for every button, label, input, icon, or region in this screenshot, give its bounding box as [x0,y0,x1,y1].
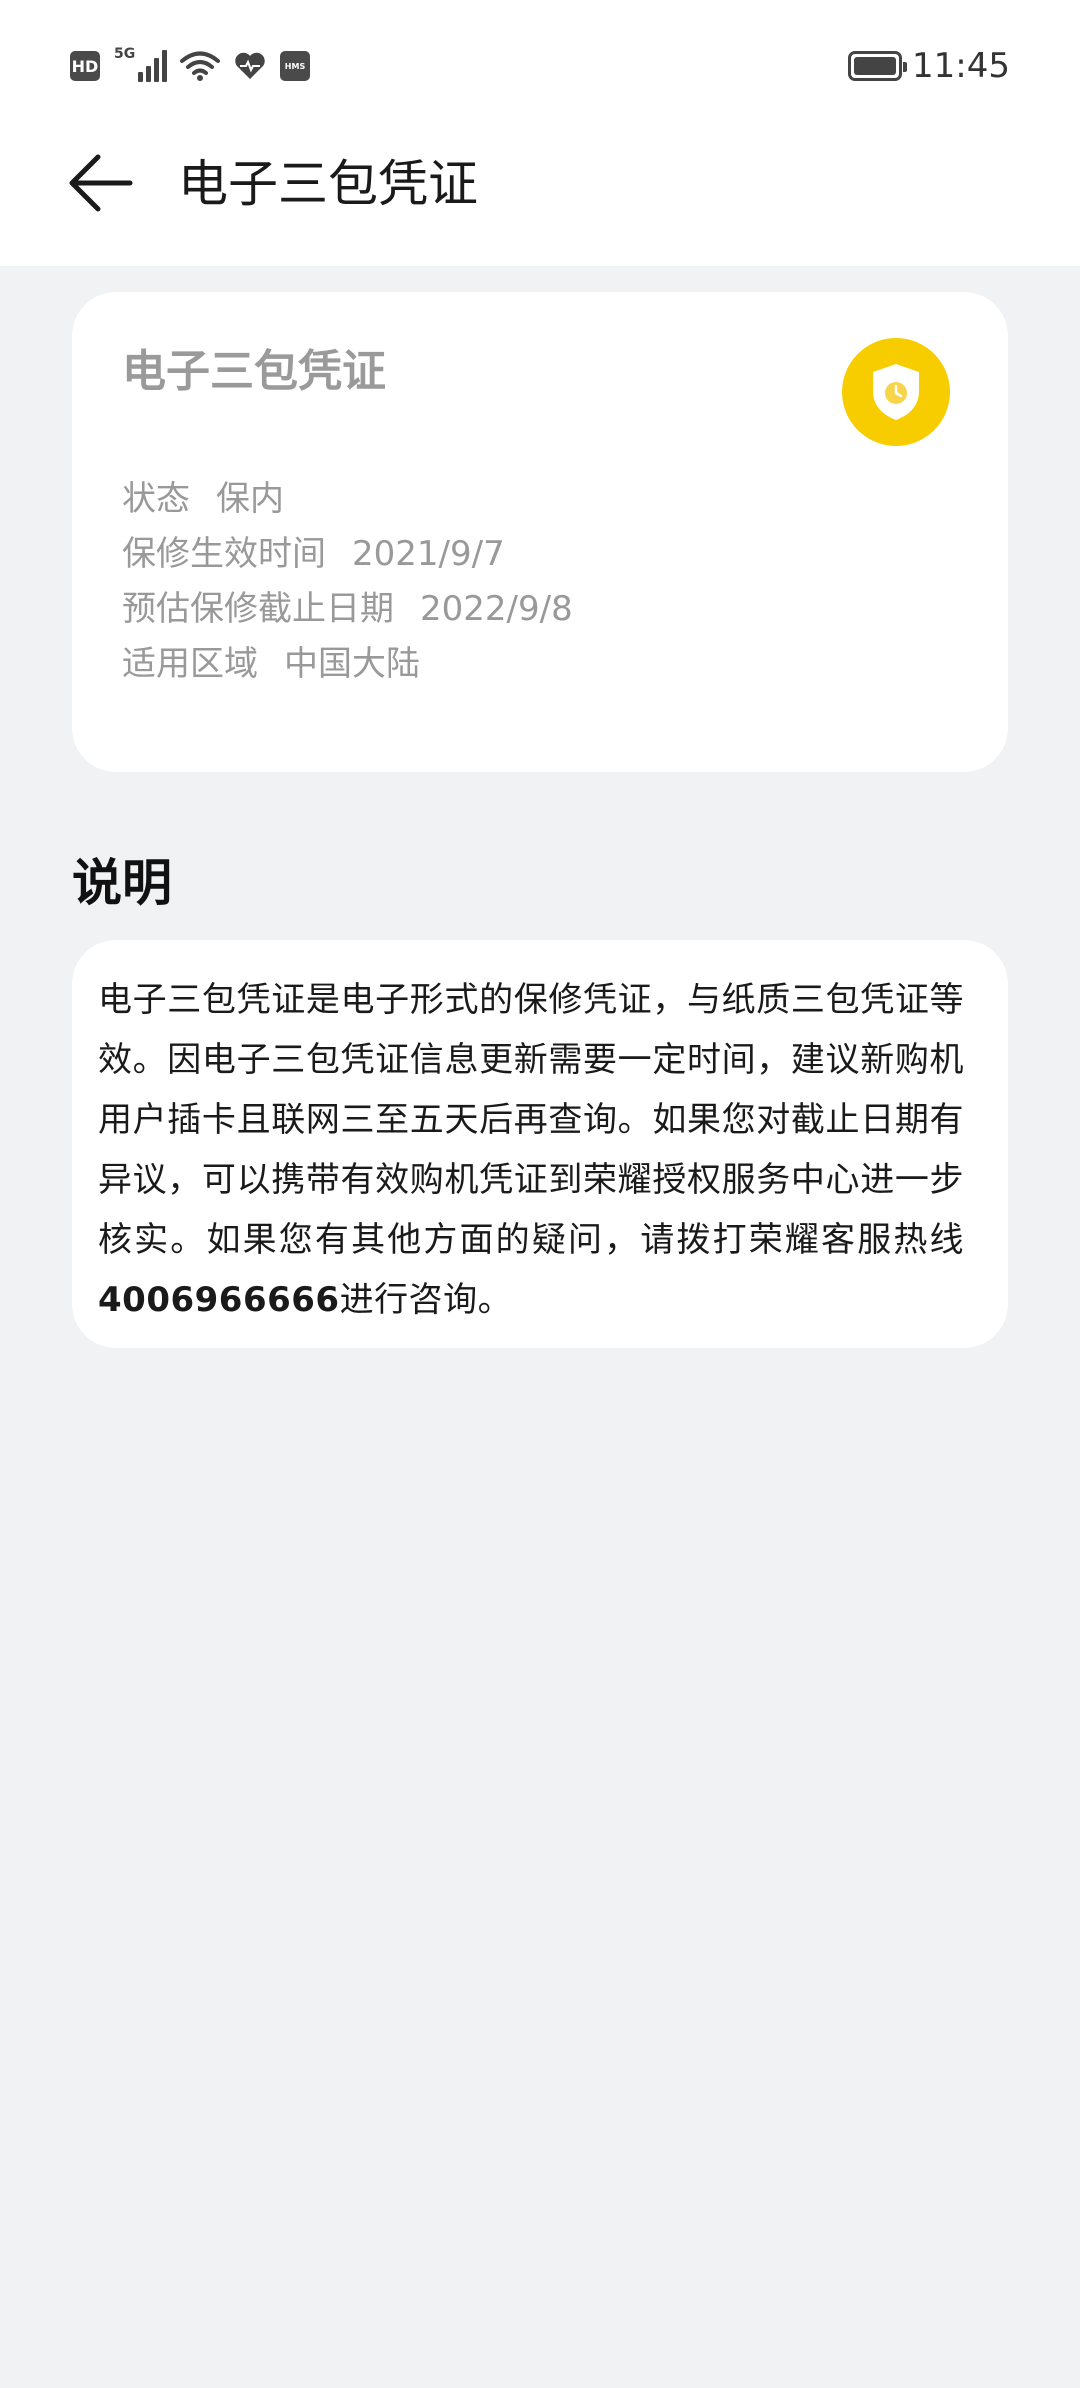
status-right: 11:45 [848,44,1010,88]
back-button[interactable] [66,148,136,218]
warranty-card-title: 电子三包凭证 [122,346,386,397]
top-bar: HD 5G HMS 11:45 电子三包凭证 [0,0,1080,266]
arrow-left-icon [69,154,133,212]
info-value: 保内 [216,479,284,519]
warranty-info-list: 状态 保内 保修生效时间 2021/9/7 预估保修截止日期 2022/9/8 … [122,472,573,692]
description-body: 电子三包凭证是电子形式的保修凭证，与纸质三包凭证等效。因电子三包凭证信息更新需要… [98,980,964,1260]
info-row-expiry-date: 预估保修截止日期 2022/9/8 [122,582,573,637]
info-label: 适用区域 [122,644,258,684]
description-section-title: 说明 [72,854,172,912]
warranty-shield-icon [842,338,950,446]
status-bar: HD 5G HMS 11:45 [0,0,1080,130]
info-label: 保修生效时间 [122,534,326,574]
info-value: 2021/9/7 [352,534,505,574]
description-card: 电子三包凭证是电子形式的保修凭证，与纸质三包凭证等效。因电子三包凭证信息更新需要… [72,940,1008,1348]
info-row-effective-date: 保修生效时间 2021/9/7 [122,527,573,582]
info-value: 2022/9/8 [420,589,573,629]
network-type-label: 5G [114,46,136,62]
hd-icon: HD [70,51,100,81]
info-row-status: 状态 保内 [122,472,573,527]
info-label: 状态 [122,479,190,519]
signal-icon: 5G [114,46,167,84]
warranty-card: 电子三包凭证 状态 保内 保修生效时间 2021/9/7 预估保修截止日期 20… [72,292,1008,772]
info-row-region: 适用区域 中国大陆 [122,637,573,692]
info-value: 中国大陆 [284,644,420,684]
description-tail: 进行咨询。 [339,1280,513,1320]
description-text: 电子三包凭证是电子形式的保修凭证，与纸质三包凭证等效。因电子三包凭证信息更新需要… [98,970,964,1330]
clock: 11:45 [912,46,1010,86]
page-title: 电子三包凭证 [178,155,478,213]
wifi-icon [180,50,220,82]
hotline-number: 4006966666 [98,1280,340,1320]
info-label: 预估保修截止日期 [122,589,394,629]
hms-icon: HMS [280,51,310,81]
status-icons: HD 5G HMS [70,46,310,86]
battery-icon [848,51,908,81]
health-icon [234,51,266,81]
